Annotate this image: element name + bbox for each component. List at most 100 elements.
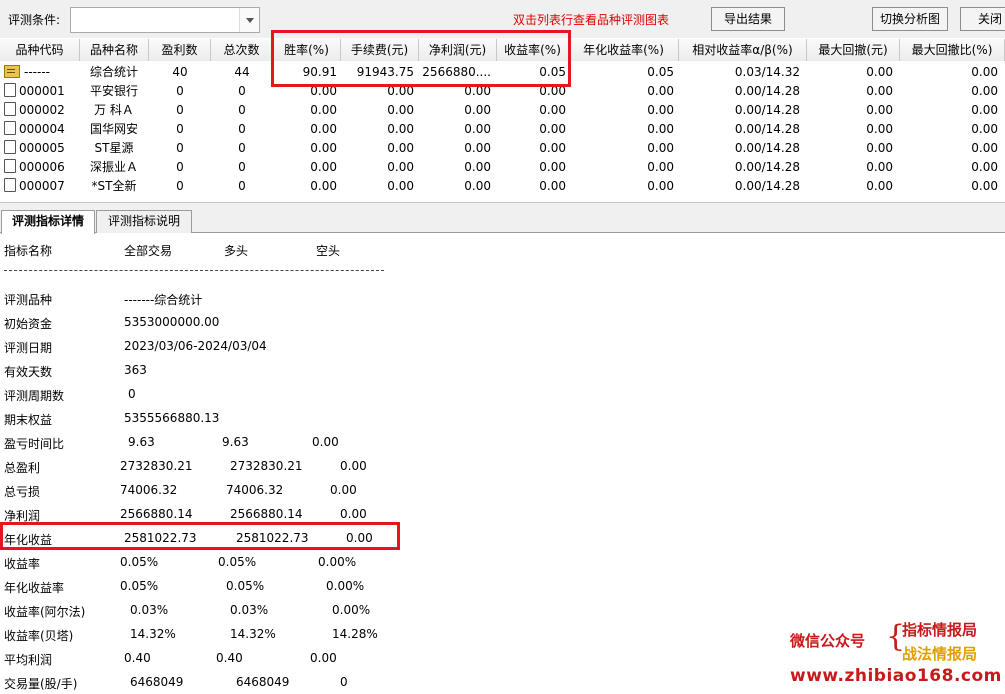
hint-text: 双击列表行查看品种评测图表 (513, 13, 670, 27)
cell-ret: 0.00 (497, 101, 566, 120)
cell-text: 综合统计 (89, 65, 138, 79)
cell-profit: 0.00 (419, 101, 491, 120)
detail-long: 9.63 (222, 435, 249, 449)
cell-code: ------ (4, 63, 80, 82)
table-row[interactable]: 000007 *ST全新 0 0 0.00 0.00 0.00 0.00 0.00 0.00/14… (0, 177, 1005, 196)
table-row[interactable]: 000001 平安银行 0 0 0.00 0.00 0.00 0.00 0.00 0.00/14.… (0, 82, 1005, 101)
cell-maxdd: 0.00 (807, 63, 893, 82)
cell-name: *ST全新 (84, 177, 144, 196)
column-header-rel[interactable]: 相对收益率α/β(%) (679, 39, 807, 61)
cell-text: 0.00 (971, 65, 998, 79)
cell-text: 0.00 (647, 179, 674, 193)
cell-text: 0 (238, 122, 246, 136)
detail-name: 总盈利 (4, 461, 41, 475)
column-header-fee[interactable]: 手续费(元) (341, 39, 419, 61)
detail-long: 0.40 (216, 651, 243, 665)
separator-line (4, 270, 384, 271)
cell-text: 0.00 (310, 179, 337, 193)
detail-short: 14.28% (332, 627, 378, 641)
cell-text: 0 (238, 103, 246, 117)
cell-text: 深振业Ａ (89, 160, 138, 174)
detail-name: 总亏损 (4, 485, 41, 499)
cell-code: 000002 (4, 101, 80, 120)
table-row[interactable]: 000005 ST星源 0 0 0.00 0.00 0.00 0.00 0.00 0.00/14.… (0, 139, 1005, 158)
cell-fee: 91943.75 (341, 63, 414, 82)
column-header-annual[interactable]: 年化收益率(%) (569, 39, 679, 61)
cell-text: 2566880.... (422, 65, 491, 79)
detail-all: 363 (124, 363, 147, 377)
document-icon (4, 83, 16, 97)
cell-text: 0.00 (647, 122, 674, 136)
tab-explain[interactable]: 评测指标说明 (96, 210, 192, 233)
column-header-total[interactable]: 总次数 (211, 39, 273, 61)
column-header-wins[interactable]: 盈利数 (149, 39, 211, 61)
cell-code: 000007 (4, 177, 80, 196)
detail-all: 14.32% (130, 627, 176, 641)
cell-text: 0.00 (866, 179, 893, 193)
cell-total: 0 (212, 82, 272, 101)
watermark-line2: 战法情报局 (902, 645, 978, 663)
cell-total: 0 (212, 120, 272, 139)
cell-text: 0.00 (539, 160, 566, 174)
cell-text: ST星源 (94, 141, 134, 155)
cell-maxddr: 0.00 (900, 120, 998, 139)
tab-details[interactable]: 评测指标详情 (1, 210, 95, 234)
table-row[interactable]: ------ 综合统计 40 44 90.91 91943.75 2566880.... 0.… (0, 63, 1005, 82)
cell-text: 0.00 (539, 103, 566, 117)
cell-text: 0.00 (971, 103, 998, 117)
column-header-profit[interactable]: 净利润(元) (419, 39, 497, 61)
column-header-ret[interactable]: 收益率(%) (497, 39, 569, 61)
cell-text: 0.00 (464, 84, 491, 98)
detail-all: 0.05% (120, 555, 159, 569)
cell-maxddr: 0.00 (900, 101, 998, 120)
cell-text: 0.00 (310, 103, 337, 117)
cell-code: 000004 (4, 120, 80, 139)
cell-text: 0 (238, 84, 246, 98)
cell-text: 国华网安 (89, 122, 138, 136)
cell-maxdd: 0.00 (807, 158, 893, 177)
detail-short: 0.00% (326, 579, 365, 593)
table-row[interactable]: 000006 深振业Ａ 0 0 0.00 0.00 0.00 0.00 0.00 0.00/14.… (0, 158, 1005, 177)
condition-select[interactable] (70, 7, 260, 33)
column-header-code[interactable]: 品种代码 (0, 39, 80, 61)
detail-short: 0.00 (340, 459, 367, 473)
cell-text: 0.00 (539, 141, 566, 155)
detail-long: 0.03% (230, 603, 269, 617)
column-header-winrate[interactable]: 胜率(%) (273, 39, 341, 61)
cell-name: 深振业Ａ (84, 158, 144, 177)
chevron-down-icon[interactable] (239, 8, 259, 32)
details-header-short: 空头 (316, 244, 341, 258)
table-row[interactable]: 000004 国华网安 0 0 0.00 0.00 0.00 0.00 0.00 0.00/14.… (0, 120, 1005, 139)
detail-name: 盈亏时间比 (4, 437, 65, 451)
export-button[interactable]: 导出结果 (711, 7, 785, 31)
column-header-maxdd[interactable]: 最大回撤(元) (807, 39, 900, 61)
cell-text: 000004 (19, 122, 65, 136)
table-row[interactable]: 000002 万 科Ａ 0 0 0.00 0.00 0.00 0.00 0.00 0.00/14.… (0, 101, 1005, 120)
cell-wins: 0 (150, 120, 210, 139)
column-header-maxddr[interactable]: 最大回撤比(%) (900, 39, 1005, 61)
detail-all: 0 (128, 387, 136, 401)
cell-annual: 0.00 (569, 82, 674, 101)
detail-long: 2581022.73 (236, 531, 309, 545)
detail-all: 2581022.73 (124, 531, 197, 545)
close-button[interactable]: 关闭 (960, 7, 1005, 31)
cell-profit: 0.00 (419, 177, 491, 196)
cell-text: 0.00 (866, 122, 893, 136)
detail-name: 年化收益 (4, 533, 53, 547)
cell-winrate: 0.00 (273, 158, 337, 177)
cell-winrate: 0.00 (273, 139, 337, 158)
cell-text: 0.00/14.28 (734, 141, 800, 155)
detail-all: 6468049 (130, 675, 184, 689)
detail-all: 74006.32 (120, 483, 178, 497)
switch-chart-button[interactable]: 切换分析图 (872, 7, 948, 31)
cell-text: 0 (176, 122, 184, 136)
detail-all: 2566880.14 (120, 507, 193, 521)
detail-name: 年化收益率 (4, 581, 65, 595)
cell-maxddr: 0.00 (900, 63, 998, 82)
cell-text: 0 (238, 160, 246, 174)
cell-text: 0.00 (971, 84, 998, 98)
cell-text: 0.00 (866, 141, 893, 155)
column-header-name[interactable]: 品种名称 (80, 39, 149, 61)
detail-all: 0.40 (124, 651, 151, 665)
cell-text: ------ (24, 65, 50, 79)
